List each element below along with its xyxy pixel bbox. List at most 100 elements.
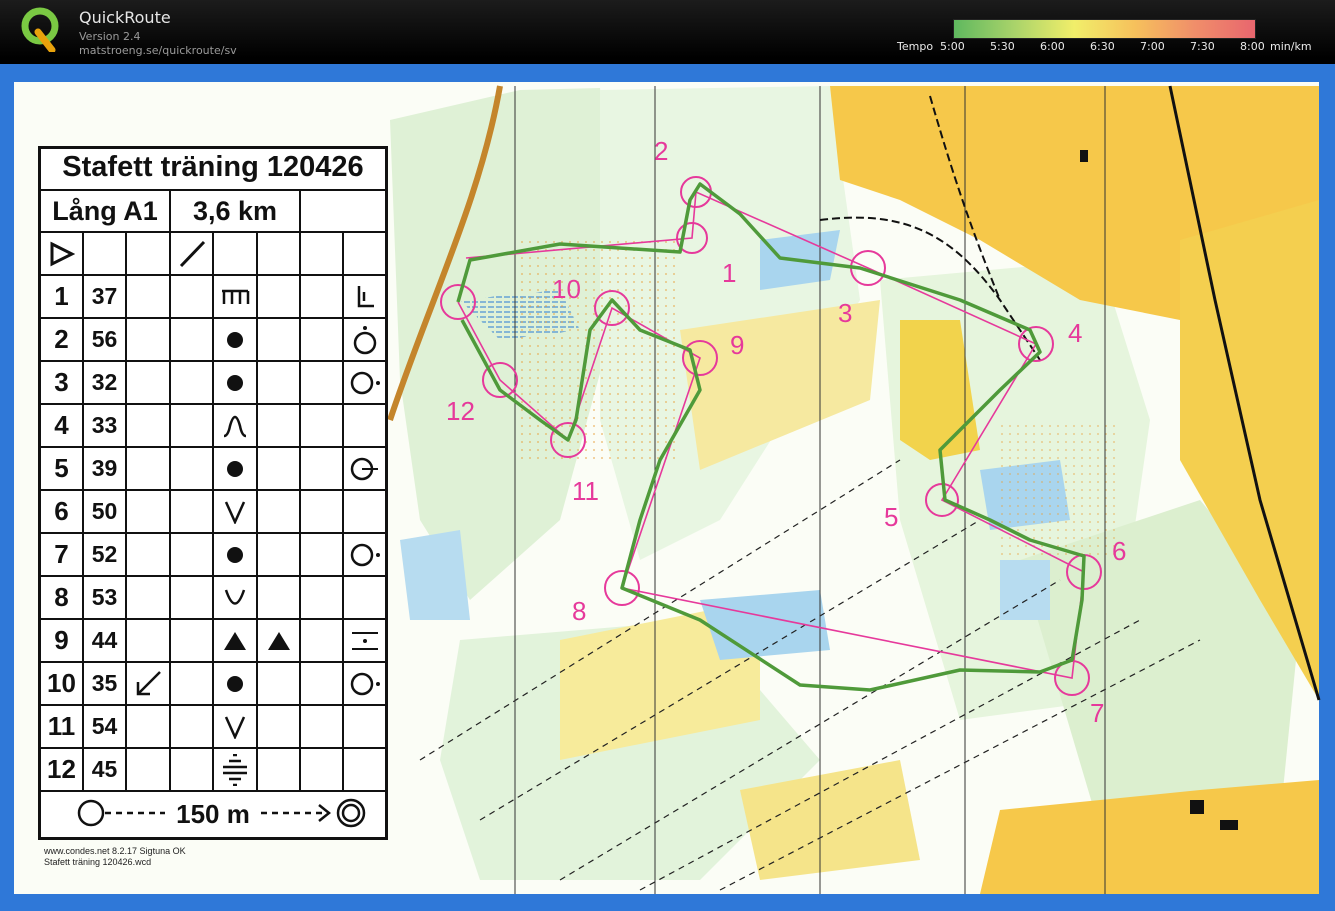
control-code: 50: [84, 491, 127, 534]
control-code: 39: [84, 448, 127, 491]
empty-cell: [258, 534, 301, 577]
control-number: 7: [41, 534, 84, 577]
control-label: 10: [552, 274, 581, 304]
control-label: 3: [838, 298, 852, 328]
empty-cell: [258, 233, 301, 276]
app-url: matstroeng.se/quickroute/sv: [79, 44, 237, 57]
control-label: 8: [572, 596, 586, 626]
empty-cell: [171, 534, 214, 577]
empty-cell: [301, 405, 344, 448]
control-label: 5: [884, 502, 898, 532]
empty-cell: [84, 233, 127, 276]
control-number: 11: [41, 706, 84, 749]
tempo-tick: 6:00: [1040, 40, 1065, 53]
app-version: Version 2.4: [79, 30, 141, 43]
tempo-label: Tempo: [897, 40, 934, 53]
control-number: 5: [41, 448, 84, 491]
empty-cell: [171, 663, 214, 706]
control-label: 11: [572, 476, 599, 506]
control-code: 44: [84, 620, 127, 663]
side-symbol-icon: [344, 448, 385, 491]
empty-cell: [301, 276, 344, 319]
empty-cell: [258, 663, 301, 706]
app-header: QuickRoute Version 2.4 matstroeng.se/qui…: [0, 0, 1335, 58]
empty-cell: [301, 448, 344, 491]
finish-distance-label: 150 m: [176, 799, 250, 829]
empty-cell: [301, 319, 344, 362]
dot-symbol-icon: [214, 534, 258, 577]
empty-cell: [258, 577, 301, 620]
class-name: Lång A1: [41, 189, 171, 233]
control-code: 32: [84, 362, 127, 405]
tempo-tick: 6:30: [1090, 40, 1115, 53]
course-distance: 3,6 km: [171, 189, 301, 233]
control-code: 37: [84, 276, 127, 319]
empty-cell: [344, 706, 385, 749]
empty-cell: [171, 405, 214, 448]
credit-line: Stafett träning 120426.wcd: [44, 857, 152, 867]
control-label: 1: [722, 258, 736, 288]
control-descriptions: Stafett träning 120426 Lång A1 3,6 km 13…: [38, 146, 388, 840]
empty-cell: [258, 448, 301, 491]
control-number: 10: [41, 663, 84, 706]
control-code: 33: [84, 405, 127, 448]
control-code: 53: [84, 577, 127, 620]
dot-symbol-icon: [214, 448, 258, 491]
tempo-tick: 8:00: [1240, 40, 1265, 53]
control-label: 6: [1112, 536, 1126, 566]
direction-arrow-icon: [127, 663, 171, 706]
empty-cell: [344, 749, 385, 792]
empty-cell: [171, 362, 214, 405]
control-code: 52: [84, 534, 127, 577]
control-number: 6: [41, 491, 84, 534]
empty-cell: [127, 362, 171, 405]
empty-cell: [344, 405, 385, 448]
empty-cell: [214, 233, 258, 276]
empty-cell: [258, 319, 301, 362]
empty-cell: [171, 620, 214, 663]
side-symbol-icon: [344, 319, 385, 362]
triangle-symbol-icon: [214, 620, 258, 663]
tempo-tick: 5:00: [940, 40, 965, 53]
dot-symbol-icon: [214, 663, 258, 706]
empty-cell: [171, 448, 214, 491]
empty-cell: [258, 276, 301, 319]
empty-cell: [127, 319, 171, 362]
control-number: 3: [41, 362, 84, 405]
control-number: 9: [41, 620, 84, 663]
empty-cell: [127, 233, 171, 276]
empty-cell: [258, 491, 301, 534]
empty-cell: [127, 577, 171, 620]
empty-cell: [127, 706, 171, 749]
triangle-symbol-icon: [258, 620, 301, 663]
empty-cell: [301, 663, 344, 706]
dot-symbol-icon: [214, 319, 258, 362]
empty-cell: [258, 362, 301, 405]
control-label: 7: [1090, 698, 1104, 728]
header-empty: [301, 189, 385, 233]
empty-cell: [127, 620, 171, 663]
empty-cell: [127, 405, 171, 448]
dot-symbol-icon: [214, 362, 258, 405]
credit-line: www.condes.net 8.2.17 Sigtuna OK: [44, 846, 186, 856]
side-symbol-icon: [344, 663, 385, 706]
control-code: 56: [84, 319, 127, 362]
empty-cell: [258, 405, 301, 448]
control-number: 12: [41, 749, 84, 792]
empty-cell: [171, 491, 214, 534]
between-symbol-icon: [344, 620, 385, 663]
empty-cell: [171, 577, 214, 620]
control-code: 45: [84, 749, 127, 792]
control-number: 2: [41, 319, 84, 362]
empty-cell: [301, 233, 344, 276]
knoll-symbol-icon: [214, 405, 258, 448]
control-label: 9: [730, 330, 744, 360]
empty-cell: [258, 706, 301, 749]
app-title: QuickRoute: [79, 8, 171, 27]
empty-cell: [301, 749, 344, 792]
side-symbol-icon: [344, 534, 385, 577]
crossing-symbol-icon: [214, 749, 258, 792]
tempo-tick: 7:30: [1190, 40, 1215, 53]
empty-cell: [344, 233, 385, 276]
empty-cell: [171, 749, 214, 792]
